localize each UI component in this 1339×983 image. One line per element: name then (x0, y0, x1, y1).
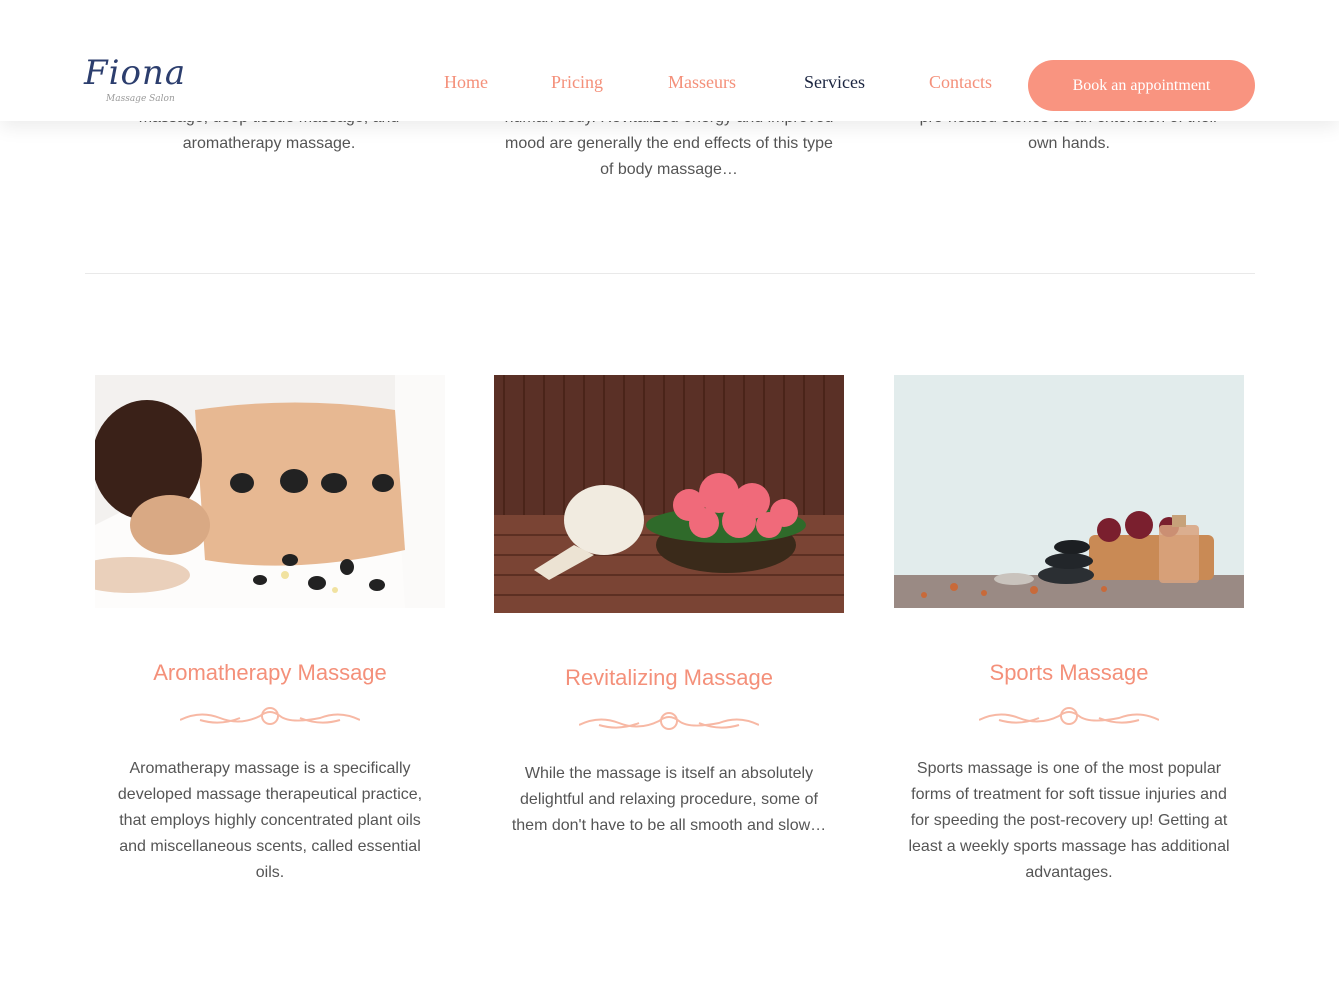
service-title[interactable]: Sports Massage (894, 660, 1244, 686)
service-image-flower-bowl[interactable] (494, 375, 844, 613)
nav-services[interactable]: Services (804, 72, 865, 93)
site-header: Fiona Massage Salon Home Pricing Masseur… (0, 0, 1339, 121)
service-title[interactable]: Revitalizing Massage (494, 665, 844, 691)
ornament-divider-icon (979, 707, 1159, 725)
service-image-hot-stones[interactable] (95, 375, 445, 608)
nav-home[interactable]: Home (444, 72, 488, 93)
service-card-revitalizing: Revitalizing Massage While the massage i… (494, 375, 844, 839)
ornament-divider-icon (180, 707, 360, 725)
service-description: While the massage is itself an absolutel… (511, 765, 827, 834)
book-appointment-button[interactable]: Book an appointment (1028, 60, 1255, 111)
service-image-spa-stones[interactable] (894, 375, 1244, 608)
service-card-aromatherapy: Aromatherapy Massage Aromatherapy massag… (95, 375, 445, 886)
previous-text-line: own hands. (1028, 135, 1110, 152)
service-description: Aromatherapy massage is a specifically d… (117, 760, 423, 881)
previous-text-block: mood are generally the end effects of th… (505, 135, 833, 178)
service-card-sports: Sports Massage Sports massage is one of … (894, 375, 1244, 886)
ornament-divider-icon (579, 712, 759, 730)
nav-contacts[interactable]: Contacts (929, 72, 992, 93)
service-title[interactable]: Aromatherapy Massage (95, 660, 445, 686)
service-description: Sports massage is one of the most popula… (908, 760, 1230, 881)
section-divider (85, 273, 1255, 274)
nav-masseurs[interactable]: Masseurs (668, 72, 736, 93)
nav-pricing[interactable]: Pricing (551, 72, 603, 93)
previous-text-line: aromatherapy massage. (182, 135, 356, 152)
